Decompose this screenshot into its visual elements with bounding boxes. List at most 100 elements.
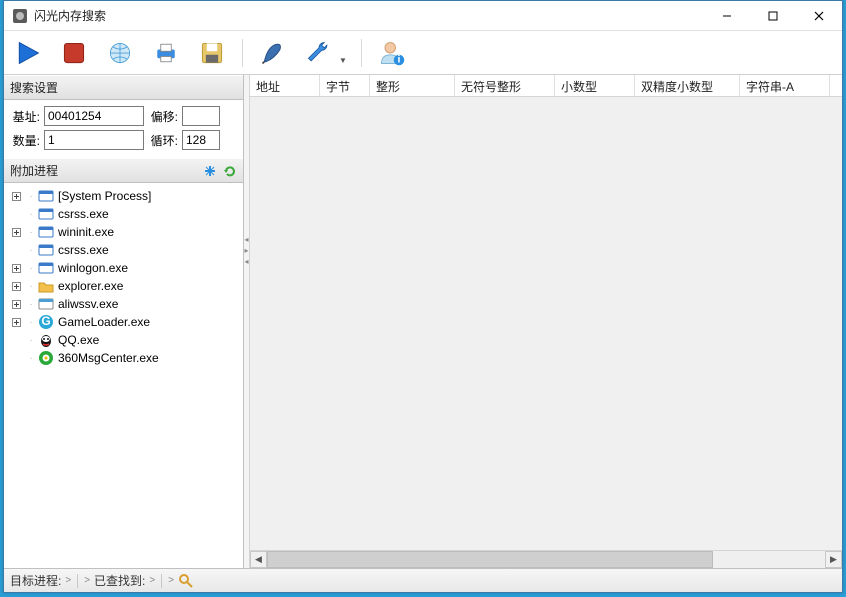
stop-button[interactable]: [58, 37, 90, 69]
proc-icon: [38, 260, 54, 276]
column-header[interactable]: 双精度小数型: [635, 75, 740, 96]
process-name: aliwssv.exe: [58, 297, 118, 311]
offset-input[interactable]: [182, 106, 220, 126]
count-input[interactable]: [44, 130, 144, 150]
splitter-right-icon: ▸: [244, 246, 248, 255]
process-tree-item[interactable]: ·QQ.exe: [6, 331, 243, 349]
process-name: explorer.exe: [58, 279, 123, 293]
process-name: QQ.exe: [58, 333, 99, 347]
scroll-track[interactable]: [267, 551, 825, 568]
minimize-button[interactable]: [704, 1, 750, 31]
chevron-icon: >: [84, 575, 90, 586]
maximize-button[interactable]: [750, 1, 796, 31]
process-tree-item[interactable]: ·[System Process]: [6, 187, 243, 205]
right-pane: 地址字节整形无符号整形小数型双精度小数型字符串-A ◀ ▶: [250, 75, 842, 568]
scroll-thumb[interactable]: [267, 551, 713, 568]
process-name: csrss.exe: [58, 243, 109, 257]
process-list-header: 附加进程: [4, 158, 243, 183]
game-icon: G: [38, 314, 54, 330]
expander-plus-icon[interactable]: [10, 226, 22, 238]
titlebar: 闪光内存搜索: [4, 1, 842, 31]
tools-button[interactable]: [303, 37, 335, 69]
window-title: 闪光内存搜索: [34, 7, 704, 24]
found-label: 已查找到:: [94, 572, 145, 589]
app-window: 闪光内存搜索 ▼ i: [3, 0, 843, 593]
search-icon[interactable]: [178, 573, 194, 589]
column-header[interactable]: 地址: [250, 75, 320, 96]
process-list-label: 附加进程: [10, 162, 58, 179]
process-name: winlogon.exe: [58, 261, 128, 275]
grid-body[interactable]: [250, 97, 842, 550]
splitter-left-icon: ◂: [244, 257, 248, 266]
expander-plus-icon[interactable]: [10, 316, 22, 328]
search-settings-label: 搜索设置: [10, 79, 58, 96]
refresh-icon[interactable]: [223, 164, 237, 178]
print-button[interactable]: [150, 37, 182, 69]
process-name: 360MsgCenter.exe: [58, 351, 159, 365]
close-button[interactable]: [796, 1, 842, 31]
grid-header: 地址字节整形无符号整形小数型双精度小数型字符串-A: [250, 75, 842, 97]
search-settings-header: 搜索设置: [4, 75, 243, 100]
expander-plus-icon[interactable]: [10, 262, 22, 274]
column-header[interactable]: 小数型: [555, 75, 635, 96]
process-tree-item[interactable]: ·csrss.exe: [6, 241, 243, 259]
process-tree-item[interactable]: ·360MsgCenter.exe: [6, 349, 243, 367]
scroll-left-button[interactable]: ◀: [250, 551, 267, 568]
search-settings-form: 基址: 偏移: 数量: 循环:: [4, 100, 243, 158]
loop-input[interactable]: [182, 130, 220, 150]
tree-connector: [10, 334, 22, 346]
column-header[interactable]: 字节: [320, 75, 370, 96]
proc-icon: [38, 188, 54, 204]
column-header[interactable]: 无符号整形: [455, 75, 555, 96]
process-name: wininit.exe: [58, 225, 114, 239]
process-tree-item[interactable]: ·GGameLoader.exe: [6, 313, 243, 331]
process-tree-item[interactable]: ·wininit.exe: [6, 223, 243, 241]
left-pane: 搜索设置 基址: 偏移: 数量: 循环: 附加进程: [4, 75, 244, 568]
chevron-icon: >: [149, 575, 155, 586]
process-tree-item[interactable]: ·csrss.exe: [6, 205, 243, 223]
save-button[interactable]: [196, 37, 228, 69]
tree-connector: [10, 352, 22, 364]
process-tree-item[interactable]: ·winlogon.exe: [6, 259, 243, 277]
expander-plus-icon[interactable]: [10, 280, 22, 292]
column-header[interactable]: 整形: [370, 75, 455, 96]
ali-icon: [38, 296, 54, 312]
count-label: 数量:: [10, 132, 40, 149]
process-tree[interactable]: ·[System Process]·csrss.exe·wininit.exe·…: [4, 183, 243, 568]
explorer-icon: [38, 278, 54, 294]
base-input[interactable]: [44, 106, 144, 126]
scroll-right-button[interactable]: ▶: [825, 551, 842, 568]
expand-all-icon[interactable]: [203, 164, 217, 178]
toolbar: ▼ i: [4, 31, 842, 75]
edit-button[interactable]: [257, 37, 289, 69]
user-info-button[interactable]: i: [376, 37, 408, 69]
statusbar: 目标进程: > > 已查找到: > >: [4, 568, 842, 592]
tree-connector: [10, 244, 22, 256]
process-name: [System Process]: [58, 189, 151, 203]
process-name: GameLoader.exe: [58, 315, 150, 329]
column-header[interactable]: 字符串-A: [740, 75, 830, 96]
horizontal-scrollbar[interactable]: ◀ ▶: [250, 550, 842, 568]
tools-dropdown-icon[interactable]: ▼: [339, 56, 347, 65]
offset-label: 偏移:: [148, 108, 178, 125]
chevron-icon: >: [168, 575, 174, 586]
loop-label: 循环:: [148, 132, 178, 149]
proc-icon: [38, 206, 54, 222]
run-button[interactable]: [12, 37, 44, 69]
app-icon: [12, 8, 28, 24]
expander-plus-icon[interactable]: [10, 190, 22, 202]
target-process-label: 目标进程:: [10, 572, 61, 589]
chevron-icon: >: [65, 575, 71, 586]
process-tree-item[interactable]: ·aliwssv.exe: [6, 295, 243, 313]
proc-icon: [38, 224, 54, 240]
expander-plus-icon[interactable]: [10, 298, 22, 310]
svg-text:i: i: [397, 53, 400, 65]
base-label: 基址:: [10, 108, 40, 125]
svg-text:G: G: [41, 314, 50, 328]
splitter-left-icon: ◂: [244, 235, 248, 244]
process-tree-item[interactable]: ·explorer.exe: [6, 277, 243, 295]
globe-button[interactable]: [104, 37, 136, 69]
toolbar-separator: [242, 39, 243, 67]
content-area: 搜索设置 基址: 偏移: 数量: 循环: 附加进程: [4, 75, 842, 568]
toolbar-separator: [361, 39, 362, 67]
